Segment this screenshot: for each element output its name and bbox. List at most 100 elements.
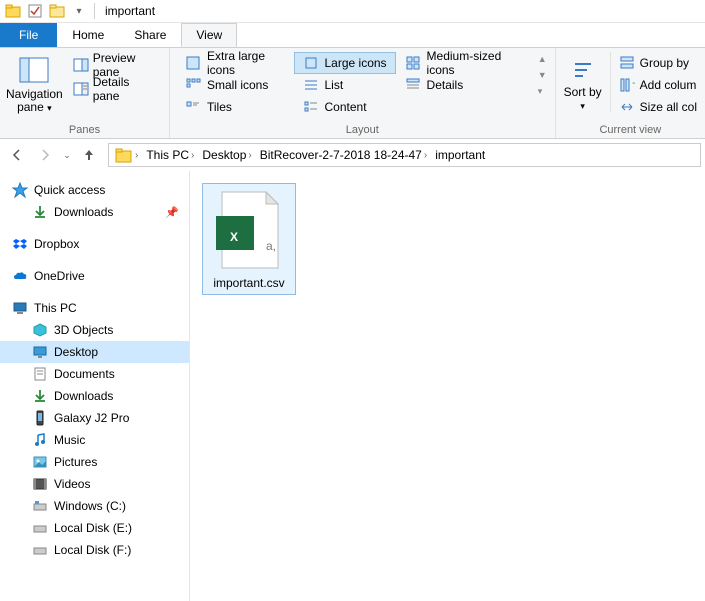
file-name-label: important.csv (213, 276, 284, 290)
breadcrumb-this-pc[interactable]: This PC› (142, 144, 198, 166)
breadcrumb-bitrecover[interactable]: BitRecover-2-7-2018 18-24-47› (256, 144, 431, 166)
tree-3d-objects[interactable]: 3D Objects (0, 319, 189, 341)
desktop-icon (32, 344, 48, 360)
sort-by-button[interactable]: Sort by ▾ (562, 52, 604, 112)
size-all-columns-button[interactable]: Size all col (617, 96, 699, 118)
tree-quick-access[interactable]: Quick access (0, 179, 189, 201)
svg-text:a,: a, (266, 239, 276, 253)
group-by-icon (619, 55, 635, 71)
layout-small[interactable]: Small icons (176, 74, 294, 96)
navigation-tree: Quick access Downloads📌 Dropbox OneDrive… (0, 171, 190, 601)
address-bar: ⌄ › This PC› Desktop› BitRecover-2-7-201… (0, 139, 705, 171)
layout-options: Extra large icons Large icons Medium-siz… (176, 52, 530, 118)
breadcrumb-folder-icon[interactable]: › (111, 144, 142, 166)
tab-share[interactable]: Share (119, 23, 181, 47)
qat-checkbox-icon[interactable] (26, 2, 44, 20)
nav-forward-button[interactable] (32, 142, 58, 168)
tiles-icon (185, 99, 201, 115)
nav-up-button[interactable] (76, 142, 102, 168)
medium-icons-icon (405, 55, 421, 71)
music-icon (32, 432, 48, 448)
nav-recent-dropdown[interactable]: ⌄ (60, 142, 74, 168)
navigation-pane-button[interactable]: Navigation pane ▾ (6, 52, 63, 114)
documents-icon (32, 366, 48, 382)
add-columns-button[interactable]: +Add colum (617, 74, 699, 96)
objects3d-icon (32, 322, 48, 338)
details-icon (405, 77, 421, 93)
tree-desktop[interactable]: Desktop (0, 341, 189, 363)
layout-scroll-down-icon[interactable]: ▼ (538, 70, 547, 80)
tree-galaxy[interactable]: Galaxy J2 Pro (0, 407, 189, 429)
title-bar: ▾ important (0, 0, 705, 23)
tree-drive-e[interactable]: Local Disk (E:) (0, 517, 189, 539)
current-view-group-label: Current view (599, 122, 661, 136)
pictures-icon (32, 454, 48, 470)
svg-text:X: X (230, 230, 238, 244)
content-icon (303, 99, 319, 115)
group-by-button[interactable]: Group by (617, 52, 699, 74)
preview-pane-button[interactable]: Preview pane (69, 54, 163, 76)
folder-icon (4, 2, 22, 20)
tree-onedrive[interactable]: OneDrive (0, 265, 189, 287)
layout-expand-icon[interactable]: ▾ (538, 86, 547, 97)
size-columns-icon (619, 99, 635, 115)
onedrive-icon (12, 268, 28, 284)
layout-tiles[interactable]: Tiles (176, 96, 294, 118)
tree-drive-c[interactable]: Windows (C:) (0, 495, 189, 517)
tree-downloads[interactable]: Downloads (0, 385, 189, 407)
extra-large-icons-icon (185, 55, 201, 71)
layout-content[interactable]: Content (294, 96, 396, 118)
qat-dropdown-icon[interactable]: ▾ (70, 2, 88, 20)
layout-details[interactable]: Details (396, 74, 530, 96)
tab-home[interactable]: Home (57, 23, 119, 47)
svg-text:+: + (632, 77, 635, 90)
address-box[interactable]: › This PC› Desktop› BitRecover-2-7-2018 … (108, 143, 701, 167)
tree-documents[interactable]: Documents (0, 363, 189, 385)
file-list[interactable]: X a, important.csv (190, 171, 705, 601)
tab-view[interactable]: View (181, 23, 237, 47)
phone-icon (32, 410, 48, 426)
this-pc-icon (12, 300, 28, 316)
preview-pane-icon (73, 57, 89, 73)
list-icon (303, 77, 319, 93)
layout-scroll-up-icon[interactable]: ▲ (538, 54, 547, 64)
sort-icon (569, 58, 597, 86)
folder-small-icon (48, 2, 66, 20)
tree-pictures[interactable]: Pictures (0, 451, 189, 473)
tree-drive-f[interactable]: Local Disk (F:) (0, 539, 189, 561)
layout-medium[interactable]: Medium-sized icons (396, 52, 530, 74)
pin-icon: 📌 (165, 206, 179, 219)
tree-videos[interactable]: Videos (0, 473, 189, 495)
star-icon (12, 182, 28, 198)
download-icon (32, 388, 48, 404)
tree-dropbox[interactable]: Dropbox (0, 233, 189, 255)
tree-music[interactable]: Music (0, 429, 189, 451)
videos-icon (32, 476, 48, 492)
tree-this-pc[interactable]: This PC (0, 297, 189, 319)
layout-extra-large[interactable]: Extra large icons (176, 52, 294, 74)
navigation-pane-icon (18, 54, 50, 86)
navigation-pane-label: Navigation pane ▾ (6, 88, 63, 114)
main-area: Quick access Downloads📌 Dropbox OneDrive… (0, 171, 705, 601)
add-columns-icon: + (619, 77, 635, 93)
drive-icon (32, 520, 48, 536)
tree-qa-downloads[interactable]: Downloads📌 (0, 201, 189, 223)
tab-file[interactable]: File (0, 23, 57, 47)
small-icons-icon (185, 77, 201, 93)
layout-list[interactable]: List (294, 74, 396, 96)
details-pane-icon (73, 81, 89, 97)
layout-large[interactable]: Large icons (294, 52, 396, 74)
drive-icon (32, 542, 48, 558)
download-icon (32, 204, 48, 220)
panes-group-label: Panes (69, 122, 100, 136)
details-pane-button[interactable]: Details pane (69, 78, 163, 100)
ribbon-tabs: File Home Share View (0, 23, 705, 47)
large-icons-icon (303, 55, 319, 71)
dropbox-icon (12, 236, 28, 252)
breadcrumb-desktop[interactable]: Desktop› (198, 144, 255, 166)
csv-file-icon: X a, (212, 188, 286, 272)
drive-icon (32, 498, 48, 514)
nav-back-button[interactable] (4, 142, 30, 168)
breadcrumb-important[interactable]: important (431, 144, 489, 166)
file-item-important-csv[interactable]: X a, important.csv (202, 183, 296, 295)
